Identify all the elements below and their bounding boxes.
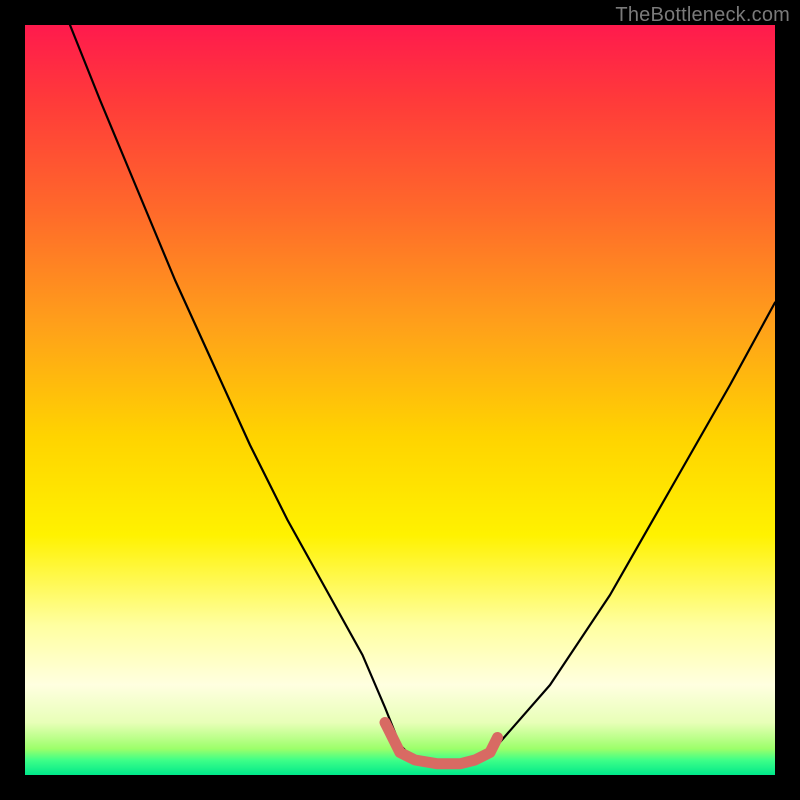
- plot-area: [25, 25, 775, 775]
- bottleneck-floor: [385, 723, 498, 764]
- bottleneck-curve: [70, 25, 775, 764]
- curve-layer: [25, 25, 775, 775]
- watermark-text: TheBottleneck.com: [615, 4, 790, 27]
- chart-frame: TheBottleneck.com: [0, 0, 800, 800]
